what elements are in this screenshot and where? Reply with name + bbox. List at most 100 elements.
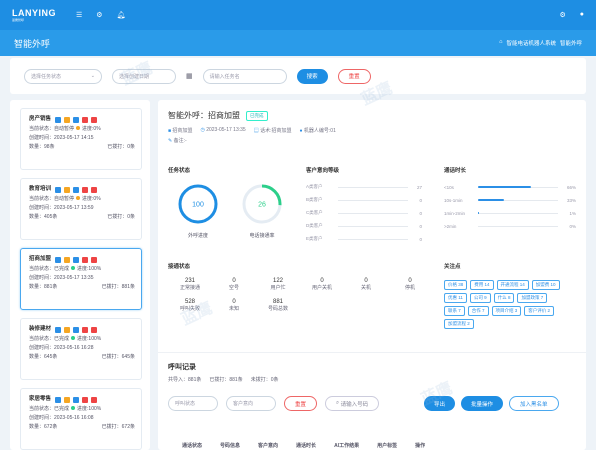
connect-stats: 231 正常接通 0 空号 122 用户忙 0 用户关机 0 关机 0 停机 528 呼叫失败 0 未知 881… (168, 278, 432, 312)
page-header: 智能外呼 ⌂ 智能电话机器人系统 智能外呼 (0, 30, 596, 56)
stop-icon[interactable] (82, 256, 89, 263)
focus-tag[interactable]: 费用 14 (470, 280, 494, 290)
batch-button[interactable]: 批量操作 (461, 396, 504, 411)
copy-icon[interactable] (73, 326, 80, 333)
delete-icon[interactable] (91, 256, 98, 263)
task-name-input[interactable]: 请输入任务名 (202, 68, 287, 84)
copy-icon[interactable] (73, 116, 80, 123)
connect-stat: 881 号码总数 (267, 299, 288, 312)
focus-tag[interactable]: 开通流程 14 (496, 280, 529, 290)
blacklist-button[interactable]: 加入黑名单 (509, 396, 559, 411)
task-card[interactable]: 房产销售 当前状态：自动暂停 进度:0% 创建时间：2023-05-17 14:1… (20, 108, 142, 170)
column-header[interactable]: 用户标签 (377, 442, 397, 449)
focus-tag[interactable]: 什么 8 (493, 293, 515, 303)
progress-ring: 100 (178, 184, 218, 224)
focus-tag[interactable]: 项目介绍 3 (491, 306, 522, 316)
search-icon: ⌕ (336, 400, 340, 406)
connect-stat: 231 正常接通 (179, 278, 200, 291)
gear-icon[interactable]: ⚙ (559, 11, 565, 19)
call-status-select[interactable]: 呼叫状态 (168, 396, 218, 411)
date-input[interactable]: 选择创建日期 (112, 68, 176, 84)
delete-icon[interactable] (91, 396, 98, 403)
column-header[interactable]: 号码信息 (220, 442, 240, 449)
edit-icon[interactable] (55, 186, 62, 193)
ring1-value: 100 (192, 202, 204, 209)
delete-icon[interactable] (91, 116, 98, 123)
task-name: 家居零售 (29, 396, 52, 402)
task-card[interactable]: 装修建材 当前状态：已完成 进度:100% 创建时间：2023-05-16 16:… (20, 318, 142, 380)
intent-title: 客户意向等级 (306, 168, 340, 174)
delete-icon[interactable] (91, 186, 98, 193)
focus-tag[interactable]: 加盟费 10 (531, 280, 560, 290)
bell-icon[interactable]: 🔔︎ (117, 11, 126, 19)
task-status-select[interactable]: 选择任务状态 ⌄ (24, 68, 102, 84)
phone-search-input[interactable]: ⌕ 请输入号码 (325, 396, 380, 411)
divider (158, 352, 586, 353)
calls-reset-button[interactable]: 重置 (284, 396, 318, 411)
duration-bar (478, 185, 531, 188)
task-name: 教育培训 (29, 186, 52, 192)
task-card[interactable]: 教育培训 当前状态：自动暂停 进度:0% 创建时间：2023-05-17 13:5… (20, 178, 142, 240)
play-icon[interactable] (64, 396, 71, 403)
meta-item: ◷ 2023-05-17 13:35 (200, 127, 246, 133)
play-icon[interactable] (64, 186, 71, 193)
top-bar: LANYING 蓝鹰智呼 ☰ ⚙ 🔔︎ ⚙ ● (0, 0, 596, 30)
task-card[interactable]: 家居零售 当前状态：已完成 进度:100% 创建时间：2023-05-16 16:… (20, 388, 142, 450)
settings-icon[interactable]: ⚙ (96, 11, 102, 19)
intent-select[interactable]: 客户意向 (226, 396, 276, 411)
task-time: 创建时间：2023-05-17 13:35 (29, 275, 94, 281)
column-header[interactable]: 客户意向 (258, 442, 278, 449)
delete-icon[interactable] (91, 326, 98, 333)
edit-icon[interactable] (55, 256, 62, 263)
stop-icon[interactable] (82, 326, 89, 333)
stop-icon[interactable] (82, 186, 89, 193)
focus-tag[interactable]: 客户评价 2 (524, 306, 555, 316)
focus-tag[interactable]: 加盟流程 2 (444, 319, 474, 329)
edit-icon[interactable] (55, 396, 62, 403)
play-icon[interactable] (64, 256, 71, 263)
meta-item: ● 机器人编号:01 (299, 128, 336, 134)
copy-icon[interactable] (73, 396, 80, 403)
task-name: 装修建材 (29, 326, 52, 332)
copy-icon[interactable] (73, 186, 80, 193)
called-count: 已拨打：881条 (209, 377, 243, 383)
connect-stat: 0 关机 (360, 278, 371, 291)
stop-icon[interactable] (82, 396, 89, 403)
column-header[interactable]: 操作 (415, 442, 425, 449)
focus-tag[interactable]: 公司 9 (469, 293, 491, 303)
task-counts: 数量：98条 已拨打：0条 (29, 144, 135, 150)
task-status: 当前状态：自动暂停 进度:0% (29, 126, 101, 132)
column-header[interactable]: 通话状态 (182, 442, 202, 449)
play-icon[interactable] (64, 326, 71, 333)
connect-stat: 0 停机 (404, 278, 415, 291)
edit-icon[interactable] (55, 116, 62, 123)
focus-tag[interactable]: 价格 38 (444, 280, 468, 290)
focus-tag[interactable]: 合作 7 (467, 306, 489, 316)
calendar-icon[interactable]: ▦ (186, 72, 193, 80)
connect-stat: 122 用户忙 (270, 278, 286, 291)
status-dot (71, 266, 76, 270)
column-header[interactable]: AI工作结果 (334, 442, 359, 449)
intent-row: A类客户 27 (306, 184, 422, 190)
menu-icon[interactable]: ☰ (76, 11, 82, 19)
play-icon[interactable] (64, 116, 71, 123)
focus-tag[interactable]: 优惠 11 (444, 293, 467, 303)
detail-meta: ■ 招商加盟 ◷ 2023-05-17 13:35 ▤ 话术:招商加盟 ● 机器… (168, 127, 576, 134)
breadcrumb-home[interactable]: 智能电话机器人系统 (506, 39, 556, 47)
reset-button[interactable]: 重置 (337, 68, 371, 84)
task-card[interactable]: 招商加盟 当前状态：已完成 进度:100% 创建时间：2023-05-17 13:… (20, 248, 142, 310)
connect-rate-ring: 26 (242, 184, 282, 224)
connect-stat: 0 未知 (228, 299, 239, 312)
focus-tag[interactable]: 联系 7 (444, 306, 465, 316)
user-icon[interactable]: ● (580, 11, 584, 19)
search-button[interactable]: 搜索 (296, 68, 328, 84)
export-button[interactable]: 导出 (424, 396, 456, 411)
brand-logo[interactable]: LANYING 蓝鹰智呼 (12, 8, 56, 22)
copy-icon[interactable] (73, 256, 80, 263)
column-header[interactable]: 通话时长 (296, 442, 316, 449)
focus-tag[interactable]: 加盟政策 7 (517, 293, 548, 303)
robot-icon: ● (299, 128, 303, 134)
edit-icon[interactable] (55, 326, 62, 333)
connect-stat: 0 空号 (228, 278, 239, 291)
stop-icon[interactable] (82, 116, 89, 123)
